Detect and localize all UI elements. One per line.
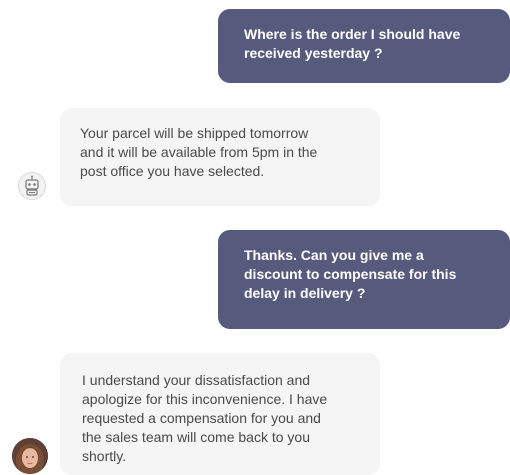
message-line: the sales team will come back to you	[82, 429, 310, 445]
message-line: and it will be available from 5pm in the	[80, 144, 318, 160]
message-line: discount to compensate for this	[244, 266, 457, 282]
agent-avatar	[12, 438, 48, 474]
message-line: requested a compensation for you and	[82, 410, 321, 426]
message-line: Thanks. Can you give me a	[244, 247, 424, 263]
bot-message-bubble: Your parcel will be shipped tomorrow and…	[60, 108, 380, 206]
user-message-bubble: Thanks. Can you give me a discount to co…	[218, 230, 510, 329]
message-line: apologize for this inconvenience. I have	[82, 391, 328, 407]
user-message-bubble: Where is the order I should have receive…	[218, 9, 510, 83]
message-line: Where is the order I should have	[244, 26, 461, 42]
chat-conversation: Where is the order I should have receive…	[0, 0, 510, 475]
agent-photo	[12, 438, 48, 474]
message-line: delay in delivery ?	[244, 285, 366, 301]
agent-message-bubble: I understand your dissatisfaction and ap…	[60, 353, 380, 475]
message-line: I understand your dissatisfaction and	[82, 372, 311, 388]
message-line: received yesterday ?	[244, 45, 383, 61]
message-line: shortly.	[82, 448, 127, 464]
robot-icon	[18, 172, 46, 200]
robot-icon-graphic	[25, 175, 39, 196]
message-line: post office you have selected.	[80, 163, 265, 179]
message-line: Your parcel will be shipped tomorrow	[80, 125, 309, 141]
